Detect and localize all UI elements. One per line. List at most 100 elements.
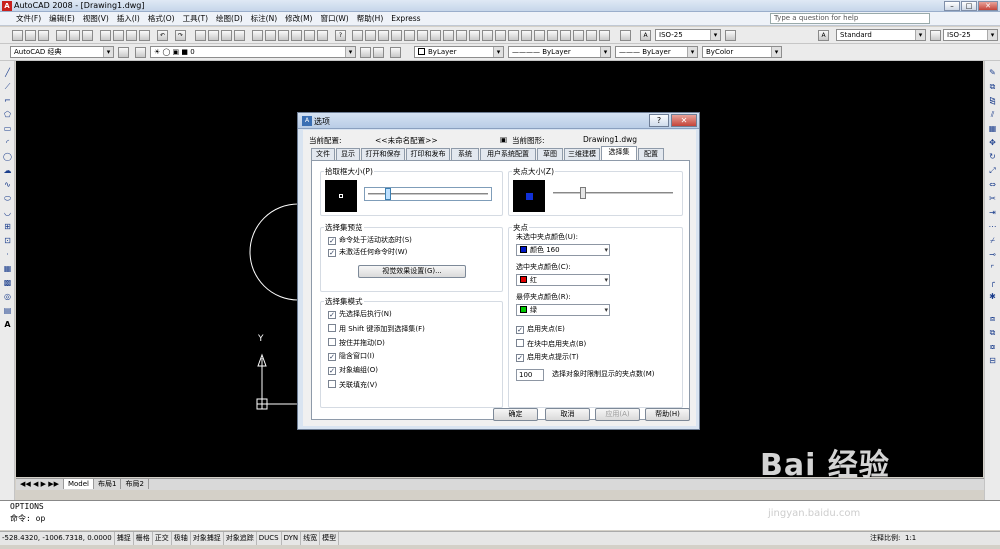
quick-dim-icon[interactable] xyxy=(456,30,467,41)
dim-style-manager-icon[interactable] xyxy=(725,30,736,41)
grid-toggle[interactable]: 栅格 xyxy=(134,532,153,545)
menu-file[interactable]: 文件(F) xyxy=(0,12,45,26)
tab-3d-modeling[interactable]: 三维建模 xyxy=(564,148,600,160)
tab-selection[interactable]: 选择集 xyxy=(601,146,637,160)
plot-icon[interactable] xyxy=(56,30,67,41)
object-grouping-check[interactable]: ✓ xyxy=(328,367,336,375)
tool-palettes-icon[interactable] xyxy=(278,30,289,41)
menu-draw[interactable]: 绘图(D) xyxy=(212,12,247,26)
annotation-scale[interactable]: 1:1 xyxy=(903,532,918,545)
apply-button[interactable]: 应用(A) xyxy=(595,408,640,421)
menu-format[interactable]: 格式(O) xyxy=(144,12,179,26)
paste-icon[interactable] xyxy=(126,30,137,41)
ortho-toggle[interactable]: 正交 xyxy=(153,532,172,545)
properties-icon[interactable] xyxy=(252,30,263,41)
array-icon[interactable]: ▦ xyxy=(987,123,998,134)
calculator-icon[interactable] xyxy=(317,30,328,41)
tab-nav-arrows[interactable]: ◀◀ ◀ ▶ ▶▶ xyxy=(16,479,64,489)
design-center-icon[interactable] xyxy=(265,30,276,41)
make-block-icon[interactable]: ⊡ xyxy=(2,235,13,246)
join-icon[interactable]: ⊸ xyxy=(987,249,998,260)
minimize-button[interactable]: – xyxy=(944,1,960,11)
break-at-point-icon[interactable]: ⋯ xyxy=(987,221,998,232)
move-icon[interactable]: ✥ xyxy=(987,137,998,148)
lwt-toggle[interactable]: 线宽 xyxy=(301,532,321,545)
zoom-realtime-icon[interactable] xyxy=(208,30,219,41)
cut-icon[interactable] xyxy=(100,30,111,41)
dyn-toggle[interactable]: DYN xyxy=(282,532,302,545)
polygon-icon[interactable]: ⬠ xyxy=(2,109,13,120)
region-icon[interactable]: ◎ xyxy=(2,291,13,302)
press-drag-check[interactable] xyxy=(328,338,336,346)
tab-system[interactable]: 系统 xyxy=(451,148,479,160)
trim-icon[interactable]: ✂ xyxy=(987,193,998,204)
enable-grips-check[interactable]: ✓ xyxy=(516,326,524,334)
layer-previous-icon[interactable] xyxy=(373,47,384,58)
diameter-dim-icon[interactable] xyxy=(430,30,441,41)
associative-hatch-checkbox[interactable]: 关联填充(V) xyxy=(328,380,377,390)
preview-icon[interactable] xyxy=(69,30,80,41)
tab-profiles[interactable]: 配置 xyxy=(638,148,664,160)
dim-text-edit-icon[interactable] xyxy=(586,30,597,41)
copy-object-icon[interactable]: ⧉ xyxy=(987,81,998,92)
object-grouping-checkbox[interactable]: ✓ 对象编组(O) xyxy=(328,366,378,375)
menu-edit[interactable]: 编辑(E) xyxy=(45,12,79,26)
menu-window[interactable]: 窗口(W) xyxy=(316,12,352,26)
textstyle-select[interactable]: Standard xyxy=(836,29,926,41)
unselected-color-select[interactable]: 颜色 160 xyxy=(516,244,610,256)
chamfer-icon[interactable]: ⌜ xyxy=(987,263,998,274)
implied-window-check[interactable]: ✓ xyxy=(328,353,336,361)
workspace-settings-icon[interactable] xyxy=(118,47,129,58)
table-style-icon[interactable] xyxy=(930,30,941,41)
table-icon[interactable]: ▤ xyxy=(2,305,13,316)
tab-drafting[interactable]: 草图 xyxy=(537,148,563,160)
hover-color-select[interactable]: 绿 xyxy=(516,304,610,316)
dim-style-icon[interactable] xyxy=(620,30,631,41)
dim-edit-icon[interactable] xyxy=(573,30,584,41)
noun-verb-checkbox[interactable]: ✓ 先选择后执行(N) xyxy=(328,310,392,319)
new-icon[interactable] xyxy=(12,30,23,41)
dialog-close-button[interactable]: ✕ xyxy=(671,114,697,127)
break-icon[interactable]: ⌿ xyxy=(987,235,998,246)
line-icon[interactable]: ╱ xyxy=(2,67,13,78)
erase-icon[interactable]: ✎ xyxy=(987,67,998,78)
sheet-set-icon[interactable] xyxy=(291,30,302,41)
extend-icon[interactable]: ⇥ xyxy=(987,207,998,218)
maximize-button[interactable]: □ xyxy=(961,1,977,11)
tab-user-preferences[interactable]: 用户系统配置 xyxy=(480,148,536,160)
rotate-icon[interactable]: ↻ xyxy=(987,151,998,162)
point-icon[interactable]: · xyxy=(2,249,13,260)
dim-update-icon[interactable] xyxy=(599,30,610,41)
plotstyle-select[interactable]: ByColor xyxy=(702,46,782,58)
color-select[interactable]: ByLayer xyxy=(414,46,504,58)
hatch-icon[interactable]: ▦ xyxy=(2,263,13,274)
enable-grips-checkbox[interactable]: ✓ 启用夹点(E) xyxy=(516,325,565,334)
linear-dim-icon[interactable] xyxy=(352,30,363,41)
menu-tools[interactable]: 工具(T) xyxy=(179,12,212,26)
fillet-icon[interactable]: ╭ xyxy=(987,277,998,288)
grip-tips-checkbox[interactable]: ✓ 启用夹点提示(T) xyxy=(516,353,579,362)
ellipse-arc-icon[interactable]: ◡ xyxy=(2,207,13,218)
pickbox-slider-thumb[interactable] xyxy=(385,188,391,200)
linetype-select[interactable]: ———— ByLayer xyxy=(508,46,611,58)
tab-display[interactable]: 显示 xyxy=(336,148,360,160)
aligned-dim-icon[interactable] xyxy=(365,30,376,41)
help-search-input[interactable]: Type a question for help xyxy=(770,13,930,24)
menu-modify[interactable]: 修改(M) xyxy=(281,12,316,26)
match-properties-icon[interactable] xyxy=(139,30,150,41)
send-back-icon[interactable]: ⧇ xyxy=(987,341,998,352)
pan-icon[interactable] xyxy=(195,30,206,41)
selected-color-select[interactable]: 红 xyxy=(516,274,610,286)
dialog-help-text-button[interactable]: 帮助(H) xyxy=(645,408,690,421)
lineweight-select[interactable]: ——— ByLayer xyxy=(615,46,698,58)
help-icon[interactable]: ? xyxy=(335,30,346,41)
grip-tips-check[interactable]: ✓ xyxy=(516,354,524,362)
continue-dim-icon[interactable] xyxy=(482,30,493,41)
grips-in-blocks-check[interactable] xyxy=(516,339,524,347)
polar-toggle[interactable]: 极轴 xyxy=(172,532,191,545)
scale-icon[interactable]: ⤢ xyxy=(987,165,998,176)
insert-block-icon[interactable]: ⊞ xyxy=(2,221,13,232)
text-front-icon[interactable]: ⊟ xyxy=(987,355,998,366)
dim-space-icon[interactable] xyxy=(495,30,506,41)
pickbox-slider[interactable] xyxy=(364,187,492,201)
